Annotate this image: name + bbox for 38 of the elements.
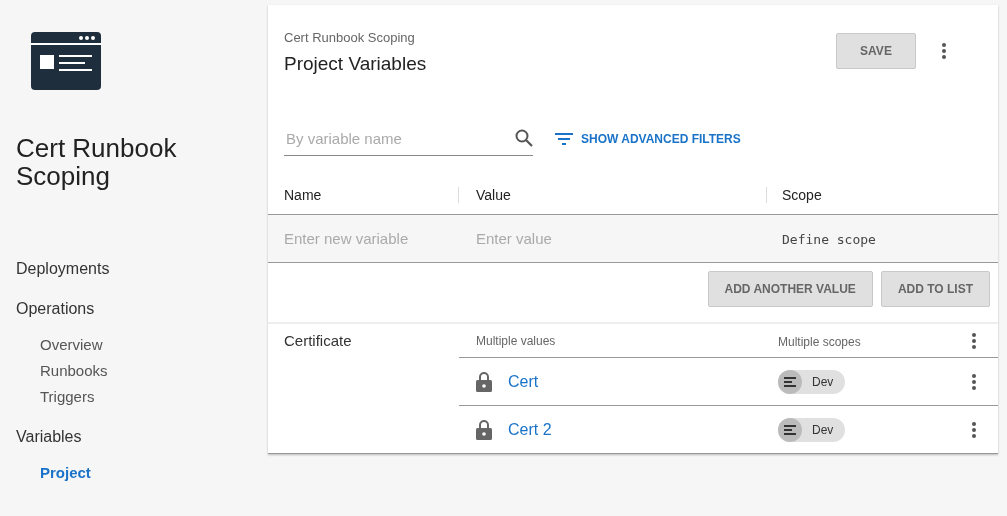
page-title: Project Variables	[284, 53, 427, 75]
project-logo-icon	[31, 32, 101, 90]
breadcrumb: Cert Runbook Scoping	[284, 30, 416, 45]
values-label: Multiple values	[476, 333, 556, 348]
value-link[interactable]: Cert	[508, 372, 539, 391]
value-input[interactable]: Enter value	[476, 229, 646, 247]
lock-icon	[476, 419, 492, 440]
more-options-icon[interactable]	[972, 373, 976, 390]
scopes-label: Multiple scopes	[778, 334, 861, 349]
nav-sublink[interactable]: Runbooks	[40, 362, 108, 382]
variable-name: Certificate	[284, 332, 352, 349]
more-options-icon[interactable]	[972, 421, 976, 438]
column-header: Scope	[782, 187, 822, 203]
nav-sublink[interactable]: Triggers	[40, 388, 95, 408]
name-input[interactable]: Enter new variable	[284, 229, 454, 247]
add-button[interactable]: ADD ANOTHER VALUE	[707, 271, 873, 307]
save-button[interactable]: SAVE	[836, 33, 916, 69]
environment-icon	[784, 424, 796, 435]
nav-sublink[interactable]: Overview	[40, 336, 103, 356]
project-name: Cert Runbook Scoping	[16, 134, 178, 190]
scope-chip[interactable]: Dev	[778, 369, 846, 394]
add-button[interactable]: ADD TO LIST	[880, 271, 990, 307]
define-scope-link[interactable]: Define scope	[782, 231, 876, 247]
column-header: Name	[284, 187, 322, 203]
nav-sublink[interactable]: Project	[40, 464, 91, 484]
filter-icon	[555, 132, 573, 145]
more-options-icon[interactable]	[942, 43, 946, 59]
search-icon[interactable]	[515, 129, 533, 147]
nav-link[interactable]: Deployments	[16, 260, 110, 280]
scope-chip[interactable]: Dev	[778, 417, 846, 442]
more-options-icon[interactable]	[972, 332, 976, 349]
nav-link[interactable]: Variables	[16, 428, 82, 448]
environment-icon	[784, 376, 796, 387]
lock-icon	[476, 371, 492, 392]
advanced-filters-link[interactable]: SHOW ADVANCED FILTERS	[555, 131, 741, 146]
column-header: Value	[476, 187, 511, 203]
value-link[interactable]: Cert 2	[508, 420, 552, 439]
nav-link[interactable]: Operations	[16, 300, 95, 320]
